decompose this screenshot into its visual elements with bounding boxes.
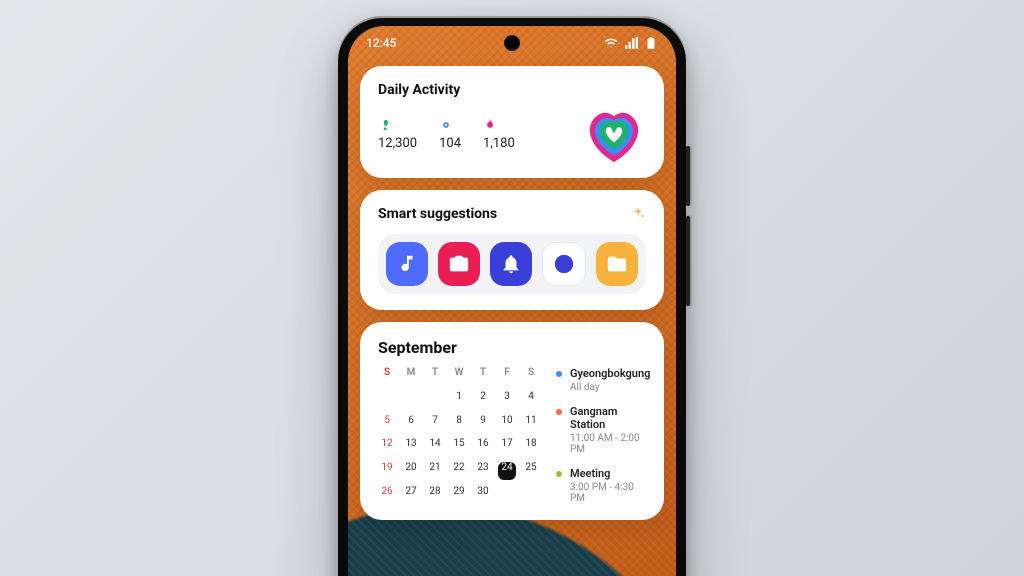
- calendar-day[interactable]: 6: [402, 415, 420, 433]
- phone-screen: 12:45 Daily Activity 12,300: [348, 26, 676, 576]
- calendar-events: Gyeongbokgung All day Gangnam Station11:00…: [556, 367, 650, 504]
- calendar-day[interactable]: 8: [450, 415, 468, 433]
- calories-stat: 1,180: [483, 118, 515, 151]
- event-dot: [556, 371, 562, 377]
- calendar-day[interactable]: 5: [378, 415, 396, 433]
- activity-heart-icon: [582, 106, 646, 162]
- wifi-icon: [604, 36, 618, 50]
- calendar-dow: M: [402, 367, 420, 385]
- app-clock[interactable]: [542, 242, 586, 286]
- calendar-day[interactable]: 19: [378, 462, 396, 480]
- calendar-day[interactable]: 3: [498, 391, 516, 409]
- app-camera[interactable]: [438, 242, 480, 286]
- calendar-day[interactable]: [402, 391, 420, 409]
- calendar-widget[interactable]: September SMTWTFS12345678910111213141516…: [360, 322, 664, 520]
- calendar-day[interactable]: 26: [378, 486, 396, 504]
- calories-icon: [483, 118, 497, 132]
- status-bar: 12:45: [348, 26, 676, 60]
- signal-icon: [624, 36, 638, 50]
- event-title: Gyeongbokgung: [570, 367, 650, 380]
- calendar-month: September: [378, 338, 646, 357]
- calendar-dow: T: [474, 367, 492, 385]
- calendar-day[interactable]: 18: [522, 438, 540, 456]
- sparkle-icon: [630, 206, 646, 222]
- calendar-day[interactable]: 14: [426, 438, 444, 456]
- calendar-day[interactable]: 28: [426, 486, 444, 504]
- calendar-event[interactable]: Gyeongbokgung All day: [556, 367, 650, 393]
- calories-value: 1,180: [483, 136, 515, 151]
- phone-frame: 12:45 Daily Activity 12,300: [338, 16, 686, 576]
- event-time: All day: [570, 382, 650, 393]
- calendar-day[interactable]: [522, 486, 540, 504]
- calendar-day[interactable]: 10: [498, 415, 516, 433]
- calendar-day[interactable]: 29: [450, 486, 468, 504]
- status-icons: [604, 36, 658, 50]
- smart-suggestions-title: Smart suggestions: [378, 206, 497, 222]
- clock-icon: [553, 253, 575, 275]
- calendar-day[interactable]: 1: [450, 391, 468, 409]
- calendar-day[interactable]: 22: [450, 462, 468, 480]
- calendar-day[interactable]: [498, 486, 516, 504]
- calendar-dow: S: [522, 367, 540, 385]
- calendar-event[interactable]: Gangnam Station11:00 AM - 2:00 PM: [556, 405, 650, 455]
- calendar-day[interactable]: 30: [474, 486, 492, 504]
- calendar-day[interactable]: 17: [498, 438, 516, 456]
- calendar-day[interactable]: 20: [402, 462, 420, 480]
- calendar-day[interactable]: 13: [402, 438, 420, 456]
- calendar-dow: S: [378, 367, 396, 385]
- event-time: 3:00 PM - 4:30 PM: [570, 482, 650, 504]
- event-time: 11:00 AM - 2:00 PM: [570, 433, 650, 455]
- calendar-day[interactable]: 4: [522, 391, 540, 409]
- event-title: Meeting: [570, 467, 650, 480]
- active-stat: 104: [439, 118, 461, 151]
- calendar-day[interactable]: 16: [474, 438, 492, 456]
- bell-icon: [500, 253, 522, 275]
- calendar-day[interactable]: 11: [522, 415, 540, 433]
- folder-icon: [606, 253, 628, 275]
- active-value: 104: [439, 136, 461, 151]
- calendar-day[interactable]: 23: [474, 462, 492, 480]
- steps-stat: 12,300: [378, 118, 417, 151]
- active-icon: [439, 118, 453, 132]
- app-music[interactable]: [386, 242, 428, 286]
- steps-icon: [378, 118, 392, 132]
- smart-suggestions-widget[interactable]: Smart suggestions: [360, 190, 664, 310]
- calendar-day[interactable]: 25: [522, 462, 540, 480]
- calendar-day[interactable]: 15: [450, 438, 468, 456]
- calendar-day[interactable]: [426, 391, 444, 409]
- calendar-day[interactable]: 21: [426, 462, 444, 480]
- event-dot: [556, 409, 562, 415]
- app-files[interactable]: [596, 242, 638, 286]
- calendar-today[interactable]: 24: [498, 462, 516, 480]
- calendar-dow: W: [450, 367, 468, 385]
- status-time: 12:45: [366, 36, 396, 50]
- calendar-day[interactable]: 2: [474, 391, 492, 409]
- side-button-1: [686, 146, 690, 206]
- event-dot: [556, 471, 562, 477]
- daily-activity-title: Daily Activity: [378, 82, 646, 98]
- daily-activity-widget[interactable]: Daily Activity 12,300 104 1,: [360, 66, 664, 178]
- app-alarm[interactable]: [490, 242, 532, 286]
- calendar-day[interactable]: [378, 391, 396, 409]
- steps-value: 12,300: [378, 136, 417, 151]
- calendar-dow: F: [498, 367, 516, 385]
- music-icon: [396, 253, 418, 275]
- calendar-day[interactable]: 12: [378, 438, 396, 456]
- calendar-day[interactable]: 7: [426, 415, 444, 433]
- calendar-dow: T: [426, 367, 444, 385]
- calendar-event[interactable]: Meeting 3:00 PM - 4:30 PM: [556, 467, 650, 504]
- calendar-day[interactable]: 9: [474, 415, 492, 433]
- camera-icon: [448, 253, 470, 275]
- calendar-grid: SMTWTFS123456789101112131415161718192021…: [378, 367, 540, 504]
- side-button-2: [686, 216, 690, 306]
- battery-icon: [644, 36, 658, 50]
- event-title: Gangnam Station: [570, 405, 650, 431]
- calendar-day[interactable]: 27: [402, 486, 420, 504]
